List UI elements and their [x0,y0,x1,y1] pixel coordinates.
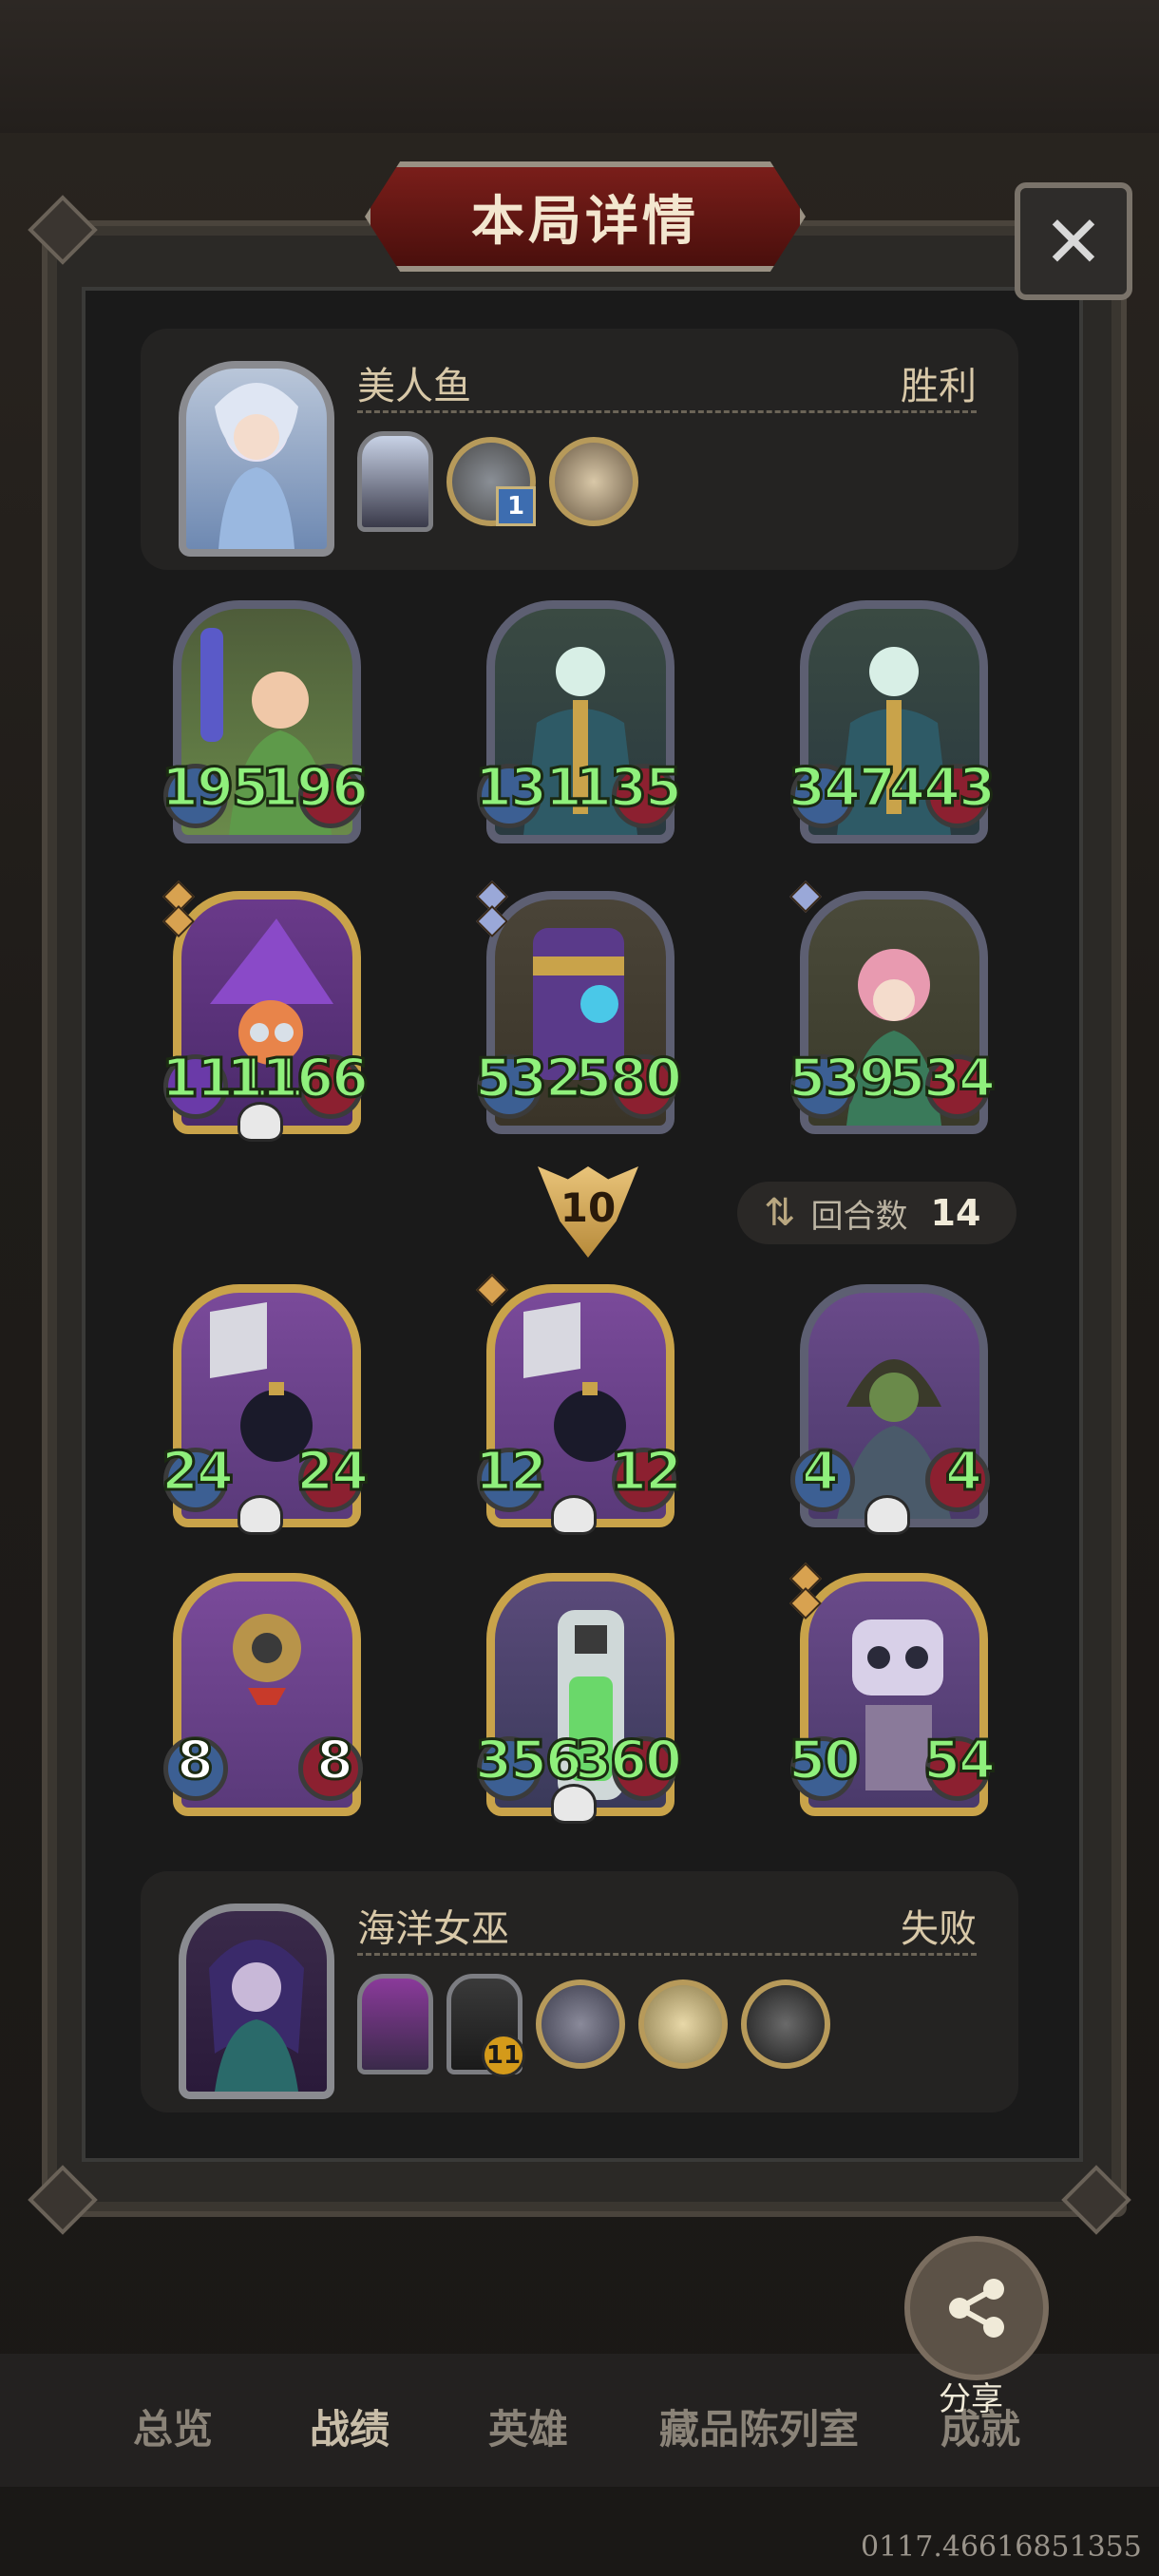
unit-card[interactable]: 24 24 [161,1284,370,1535]
top-player-panel: 美人鱼 胜利 1 [141,329,1018,570]
unit-health: 534 [887,1047,998,1111]
mermaid-avatar [179,361,334,557]
tab-heroes[interactable]: 英雄 [488,2397,568,2455]
unit-card[interactable]: 356 360 [474,1573,683,1824]
unit-attack: 24 [161,1440,236,1505]
unit-card[interactable]: 532 580 [474,881,683,1134]
item-count-badge: 1 [496,486,536,526]
skull-icon [864,1495,910,1535]
scroll-coin-icon[interactable] [549,437,638,526]
unit-attack: 50 [788,1729,863,1793]
tab-collection-room[interactable]: 藏品陈列室 [659,2397,859,2455]
item-count-badge: 11 [482,2034,525,2077]
unit-health: 1166 [225,1047,370,1111]
unit-card[interactable]: 50 54 [788,1563,997,1816]
player-name: 海洋女巫 [357,1907,509,1951]
unit-attack: 532 [474,1047,584,1111]
unit-health: 12 [609,1440,684,1505]
skull-icon [238,1102,283,1142]
close-icon: ✕ [1043,199,1104,284]
top-bar [0,0,1159,133]
unit-attack: 347 [788,756,898,821]
reaper-coin-icon[interactable] [741,1979,830,2069]
sea-witch-avatar [179,1904,334,2099]
unit-health: 196 [260,756,370,821]
unit-health: 443 [887,756,998,821]
unit-health: 580 [574,1047,684,1111]
potion-coin-icon[interactable] [638,1979,728,2069]
dialog-title-banner: 本局详情 [365,161,806,272]
unit-health: 8 [315,1729,355,1793]
player-result: 失败 [901,1907,977,1951]
unit-card[interactable]: 539 534 [788,881,997,1134]
skull-icon [551,1784,597,1824]
player-items: 11 [357,1974,830,2077]
share-button[interactable] [904,2236,1049,2380]
round-count: ⇅ 回合数 14 [737,1182,1016,1244]
unit-attack: 539 [788,1047,898,1111]
unit-card[interactable]: 12 12 [474,1274,683,1535]
jellyfish-card-icon[interactable] [357,1974,433,2074]
dialog-title: 本局详情 [471,190,699,253]
divider [357,1953,977,1956]
unit-card[interactable]: 195 196 [161,600,370,843]
unit-health: 4 [944,1440,984,1505]
round-value: 14 [930,1192,981,1234]
player-name: 美人鱼 [357,365,471,408]
unit-attack: 4 [801,1440,841,1505]
unit-attack: 131 [474,756,584,821]
shadow-card-icon[interactable] [357,431,433,532]
unit-card[interactable]: 131 135 [474,600,683,843]
share-label: 分享 [939,2380,1003,2418]
unit-card[interactable]: 347 443 [788,600,997,843]
unit-health: 54 [922,1729,998,1793]
unit-card[interactable]: 8 8 [163,1573,363,1816]
player-result: 胜利 [901,365,977,408]
bottom-player-panel: 海洋女巫 失败 11 [141,1871,1018,2112]
unit-health: 135 [574,756,684,821]
tab-records[interactable]: 战绩 [310,2397,390,2455]
divider [357,410,977,413]
share-icon [949,2279,1004,2338]
tab-overview[interactable]: 总览 [133,2397,213,2455]
unit-card[interactable]: 1111 1166 [161,881,370,1142]
round-marker: 10 [560,1184,617,1231]
unit-health: 360 [574,1729,684,1793]
key-coin-icon[interactable]: 1 [446,437,536,526]
unit-attack: 12 [474,1440,549,1505]
player-items: 1 [357,431,638,532]
unit-attack: 195 [161,756,271,821]
unit-attack: 8 [176,1729,216,1793]
version-text: 0117.46616851355 [861,2530,1142,2564]
swap-icon: ⇅ [764,1191,796,1235]
hood-card-icon[interactable]: 11 [446,1974,525,2077]
unit-health: 24 [295,1440,370,1505]
skull-icon [551,1495,597,1535]
goblin-coin-icon[interactable] [536,1979,625,2069]
round-label: 回合数 [810,1197,908,1236]
unit-card[interactable]: 4 4 [790,1284,990,1535]
skull-icon [238,1495,283,1535]
unit-attack: 356 [474,1729,584,1793]
close-button[interactable]: ✕ [1015,182,1132,300]
